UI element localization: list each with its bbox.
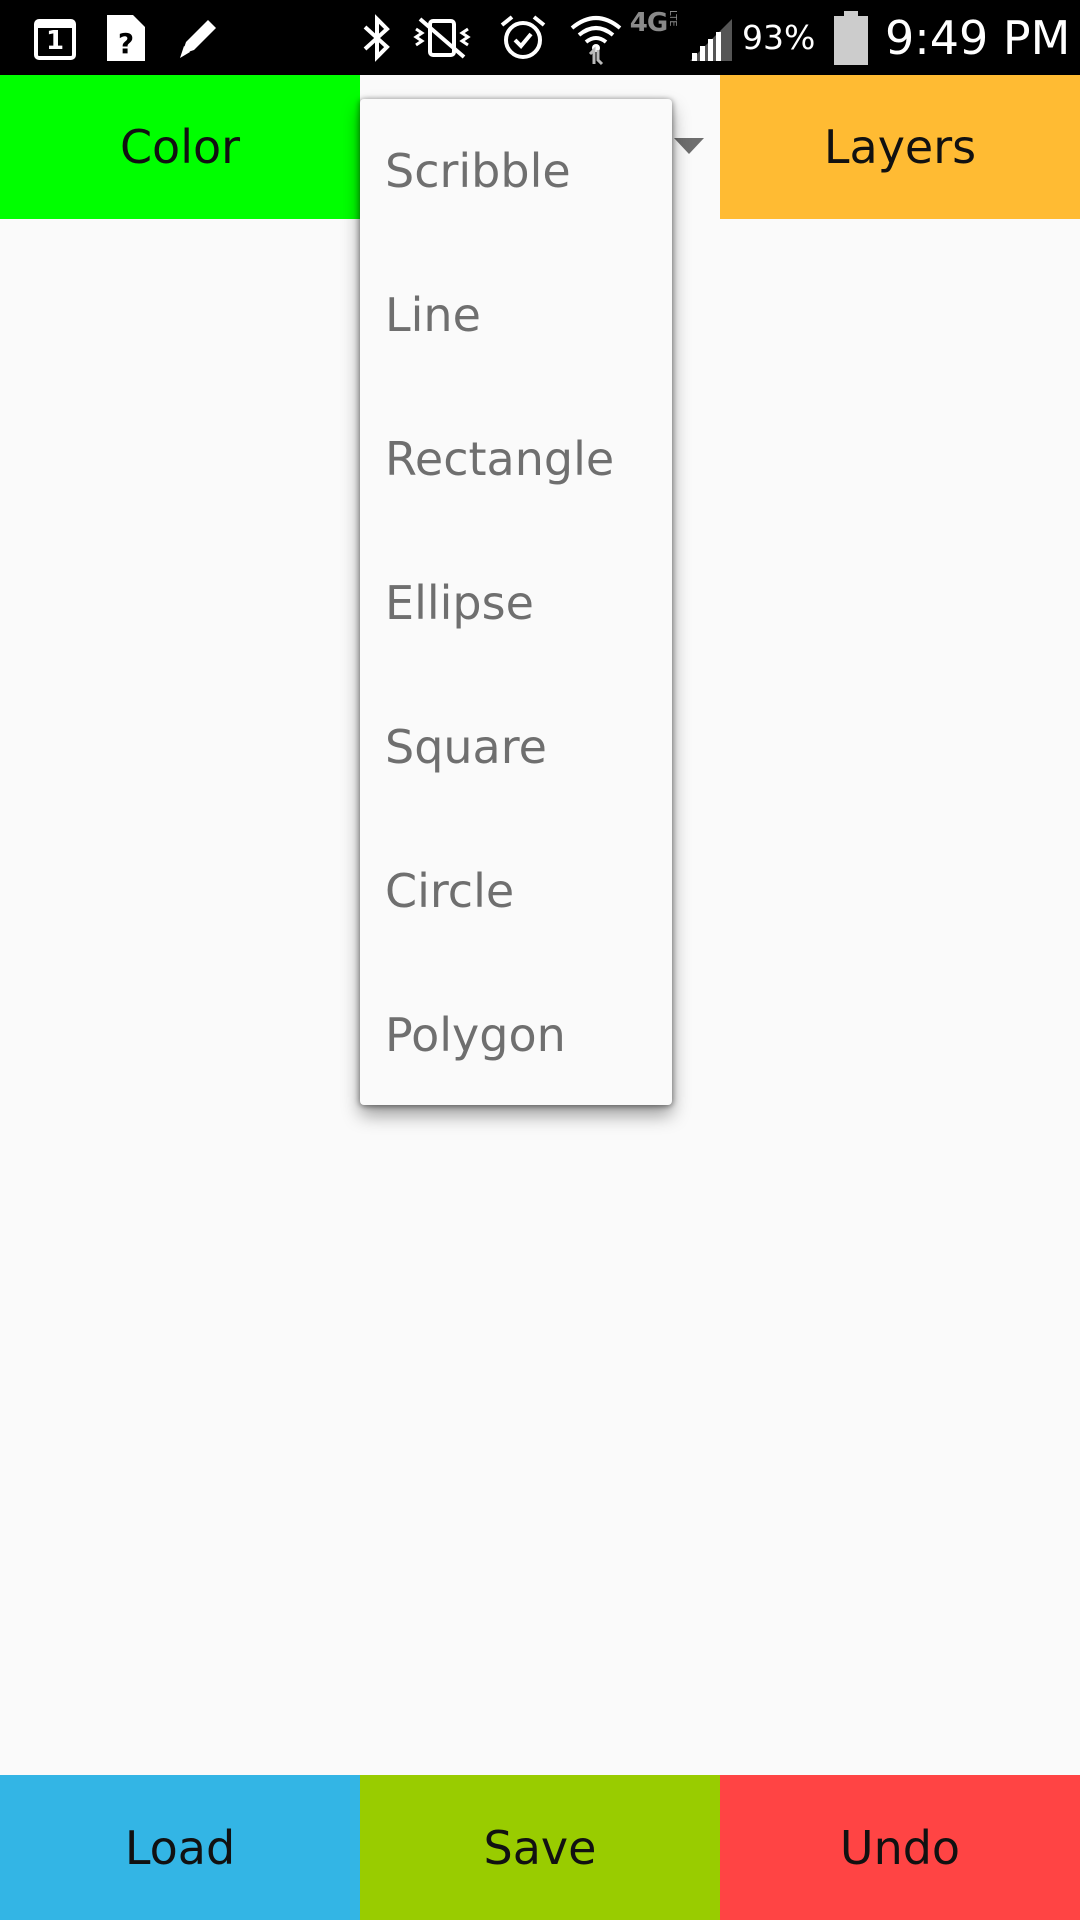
layers-button-label: Layers xyxy=(823,120,977,174)
color-button[interactable]: Color xyxy=(0,75,360,219)
dropdown-item-square[interactable]: Square xyxy=(360,675,672,819)
dropdown-item-circle[interactable]: Circle xyxy=(360,819,672,963)
calendar-icon: 1 xyxy=(30,0,80,75)
undo-button[interactable]: Undo xyxy=(720,1775,1080,1920)
bluetooth-icon xyxy=(355,0,399,75)
unknown-file-icon: ? xyxy=(103,0,149,75)
dropdown-item-line[interactable]: Line xyxy=(360,243,672,387)
dropdown-item-polygon[interactable]: Polygon xyxy=(360,963,672,1107)
dropdown-item-ellipse[interactable]: Ellipse xyxy=(360,531,672,675)
lte-icon: 4G LTE xyxy=(629,8,679,38)
alarm-icon xyxy=(497,0,549,75)
chevron-down-icon[interactable] xyxy=(674,138,704,154)
dropdown-item-rectangle[interactable]: Rectangle xyxy=(360,387,672,531)
svg-text:?: ? xyxy=(118,27,134,60)
battery-percent: 93% xyxy=(742,18,816,57)
layers-button[interactable]: Layers xyxy=(720,75,1080,219)
network-type-label: 4G xyxy=(629,8,668,38)
save-button-label: Save xyxy=(483,1820,597,1875)
status-time: 9:49 PM xyxy=(885,10,1071,65)
load-button-label: Load xyxy=(124,1820,236,1875)
color-button-label: Color xyxy=(119,120,241,174)
calendar-day-label: 1 xyxy=(45,25,65,56)
undo-button-label: Undo xyxy=(839,1820,961,1875)
dropdown-item-scribble[interactable]: Scribble xyxy=(360,99,672,243)
battery-icon xyxy=(830,0,872,75)
tool-dropdown-menu: Scribble Line Rectangle Ellipse Square C… xyxy=(360,99,672,1105)
load-button[interactable]: Load xyxy=(0,1775,360,1920)
signal-icon xyxy=(686,0,736,75)
save-button[interactable]: Save xyxy=(360,1775,720,1920)
pencil-icon xyxy=(172,0,224,75)
status-bar: 1 ? 4G LTE 93% 9:49 PM xyxy=(0,0,1080,75)
vibrate-mute-icon xyxy=(412,0,472,75)
wifi-icon xyxy=(567,0,625,75)
bottom-toolbar: Load Save Undo xyxy=(0,1775,1080,1920)
